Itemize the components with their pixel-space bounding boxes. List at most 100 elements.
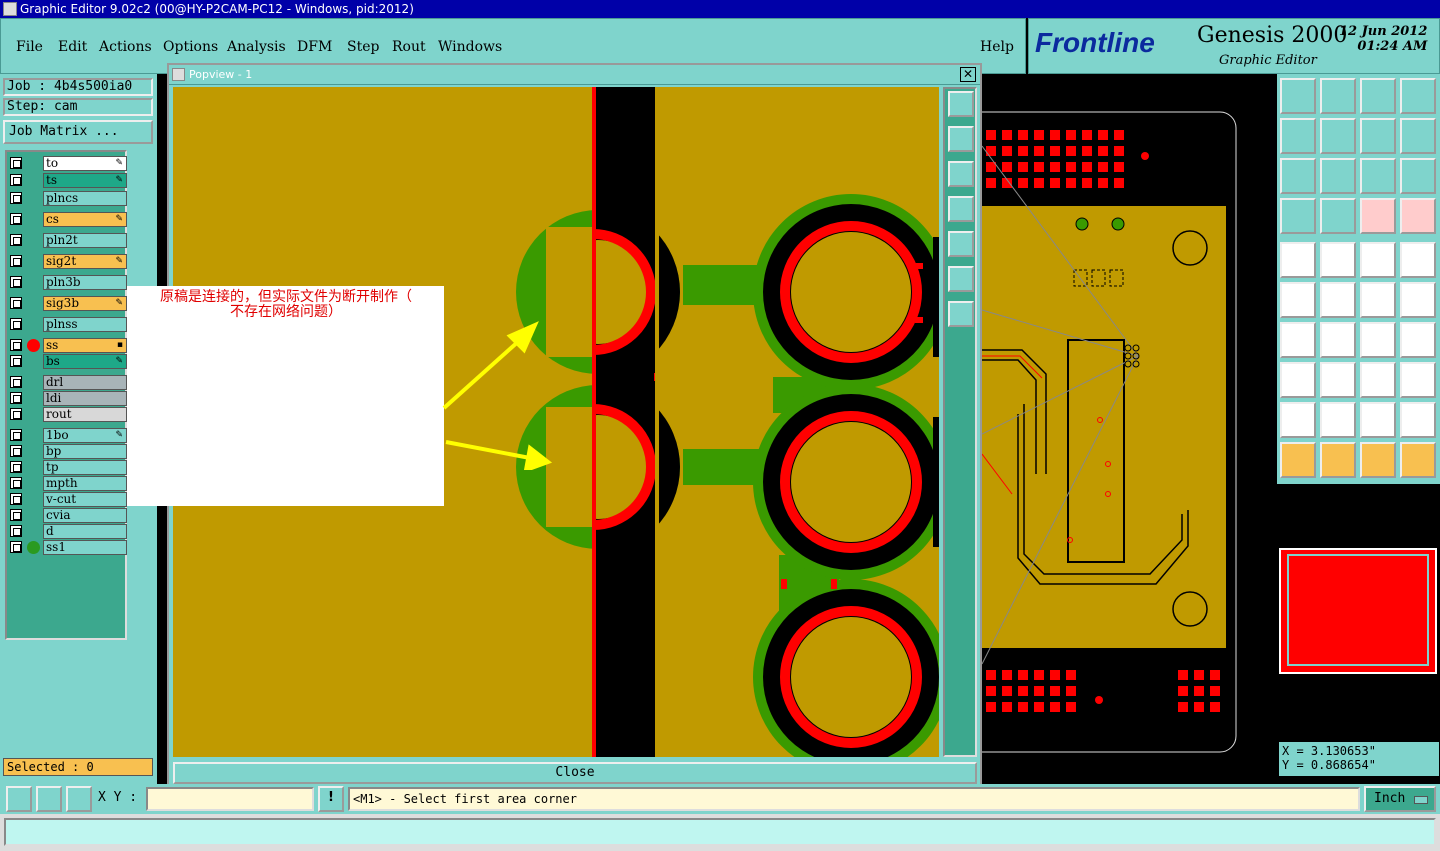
layer-row-pln3b[interactable]: pln3b [9, 275, 127, 290]
line-icon[interactable] [1320, 322, 1356, 358]
layer-checkbox[interactable] [10, 234, 22, 246]
layer-checkbox[interactable] [10, 339, 22, 351]
menu-dfm[interactable]: DFM [297, 39, 332, 55]
layer-row-to[interactable]: to ✎ [9, 156, 127, 171]
layer-name[interactable]: mpth [43, 476, 127, 491]
fit-icon[interactable] [1280, 158, 1316, 194]
layer-row-drl[interactable]: drl [9, 375, 127, 390]
layer-row-bp[interactable]: bp [9, 444, 127, 459]
layer-checkbox[interactable] [10, 318, 22, 330]
popview-close-icon[interactable]: ✕ [960, 67, 976, 82]
layer-checkbox[interactable] [10, 276, 22, 288]
xy-input[interactable] [146, 787, 314, 811]
rotate-icon[interactable] [1360, 322, 1396, 358]
layer-name[interactable]: plncs [43, 191, 127, 206]
layer-checkbox[interactable] [10, 192, 22, 204]
layer-name[interactable]: bs ✎ [43, 354, 127, 369]
layer-checkbox[interactable] [10, 174, 22, 186]
layer-checkbox[interactable] [10, 408, 22, 420]
layout-icon[interactable] [1400, 118, 1436, 154]
center-icon[interactable] [1320, 158, 1356, 194]
measure-icon[interactable] [1360, 362, 1396, 398]
polygon-icon[interactable] [1360, 402, 1396, 438]
layer-row-cs[interactable]: cs ✎ [9, 212, 127, 227]
grid-icon[interactable] [1320, 198, 1356, 234]
shape-icon[interactable] [1280, 362, 1316, 398]
zoom-home-icon[interactable] [948, 301, 974, 327]
command-input[interactable] [4, 818, 1436, 846]
move-icon[interactable] [1360, 282, 1396, 318]
help-icon[interactable] [1400, 158, 1436, 194]
layer-checkbox[interactable] [10, 376, 22, 388]
pointer-icon[interactable] [1280, 442, 1316, 478]
resize-icon[interactable] [1320, 362, 1356, 398]
triangle-icon[interactable] [1280, 402, 1316, 438]
pan-right-icon[interactable] [948, 231, 974, 257]
layer-name[interactable]: ss ▪ [43, 338, 127, 353]
layer-checkbox[interactable] [10, 445, 22, 457]
layer-row-cvia[interactable]: cvia [9, 508, 127, 523]
ruler-icon[interactable] [1360, 242, 1396, 278]
menu-options[interactable]: Options [163, 39, 218, 55]
grid-icon[interactable] [66, 786, 92, 812]
route-icon[interactable] [1400, 442, 1436, 478]
snapshot-icon[interactable] [1280, 78, 1316, 114]
connect-icon[interactable] [1280, 282, 1316, 318]
wrench-icon[interactable] [1280, 198, 1316, 234]
swap-icon[interactable] [1360, 118, 1396, 154]
layer-name[interactable]: cs ✎ [43, 212, 127, 227]
menu-analysis[interactable]: Analysis [227, 39, 286, 55]
mirror-icon[interactable] [1400, 322, 1436, 358]
alert-icon[interactable]: ! [318, 786, 344, 812]
layer-row-d[interactable]: d [9, 524, 127, 539]
pan-down-icon[interactable] [948, 161, 974, 187]
export-icon[interactable] [1320, 118, 1356, 154]
layer-name[interactable]: v-cut [43, 492, 127, 507]
layer-name[interactable]: tp [43, 460, 127, 475]
layer-name[interactable]: 1bo ✎ [43, 428, 127, 443]
arc-icon[interactable] [1320, 402, 1356, 438]
zoom-area-icon[interactable] [6, 786, 32, 812]
home-icon[interactable] [1360, 78, 1396, 114]
layer-row-ts[interactable]: ts ✎ [9, 173, 127, 188]
layer-name[interactable]: to ✎ [43, 156, 127, 171]
layer-checkbox[interactable] [10, 541, 22, 553]
units-select[interactable]: Inch [1364, 786, 1436, 812]
layer-checkbox[interactable] [10, 429, 22, 441]
layer-row-rout[interactable]: rout [9, 407, 127, 422]
layer-checkbox[interactable] [10, 255, 22, 267]
layer-checkbox[interactable] [10, 392, 22, 404]
layer-name[interactable]: sig2t ✎ [43, 254, 127, 269]
layer-name[interactable]: rout [43, 407, 127, 422]
cursor-icon[interactable] [1360, 442, 1396, 478]
zoom-in-icon[interactable] [948, 91, 974, 117]
job-matrix-button[interactable]: Job Matrix ... [3, 120, 153, 144]
layer-name[interactable]: pln2t [43, 233, 127, 248]
layer-checkbox[interactable] [10, 355, 22, 367]
layer-row-plnss[interactable]: plnss [9, 317, 127, 332]
cut-icon[interactable] [1400, 242, 1436, 278]
angle-icon[interactable] [1280, 322, 1316, 358]
layer-name[interactable]: d [43, 524, 127, 539]
import-icon[interactable] [1280, 118, 1316, 154]
menu-edit[interactable]: Edit [58, 39, 87, 55]
menu-rout[interactable]: Rout [392, 39, 426, 55]
line-add-icon[interactable] [1320, 242, 1356, 278]
layer-name[interactable]: ts ✎ [43, 173, 127, 188]
layer-name[interactable]: ldi [43, 391, 127, 406]
layer-row-bs[interactable]: bs ✎ [9, 354, 127, 369]
outline-icon[interactable] [1400, 402, 1436, 438]
delete-icon[interactable] [1320, 282, 1356, 318]
layer-select-icon[interactable] [1400, 198, 1436, 234]
layer-compare-icon[interactable] [1360, 198, 1396, 234]
pan-left-icon[interactable] [948, 196, 974, 222]
layer-name[interactable]: cvia [43, 508, 127, 523]
layer-checkbox[interactable] [10, 525, 22, 537]
pan-up-icon[interactable] [948, 126, 974, 152]
layer-checkbox[interactable] [10, 461, 22, 473]
menu-file[interactable]: File [16, 39, 43, 55]
select-icon[interactable] [1320, 442, 1356, 478]
menu-help[interactable]: Help [980, 39, 1014, 55]
close-button[interactable]: Close [173, 762, 977, 784]
layer-row-plncs[interactable]: plncs [9, 191, 127, 206]
